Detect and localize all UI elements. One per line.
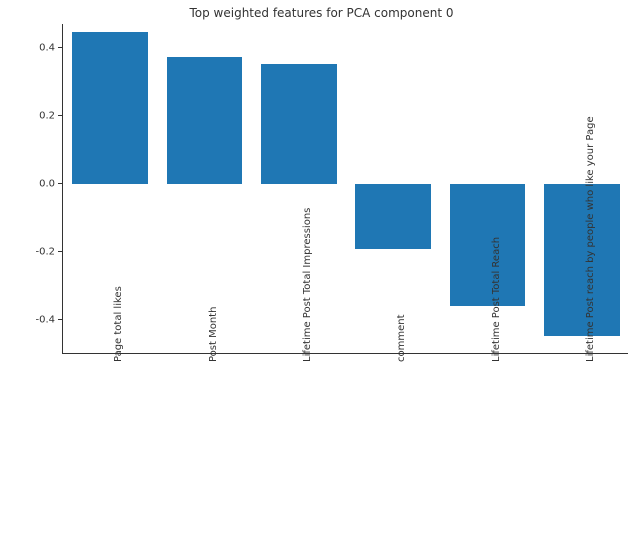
ytick-mark [58, 183, 63, 184]
xtick-label: Lifetime Post reach by people who like y… [585, 116, 596, 362]
xtick-label: comment [396, 314, 407, 362]
plot-area: -0.4-0.20.00.20.4 [62, 24, 628, 354]
bar [450, 184, 525, 306]
bar [544, 184, 619, 336]
ytick-label: 0.2 [39, 110, 55, 121]
bars-container [63, 24, 628, 353]
ytick-mark [58, 47, 63, 48]
ytick-label: -0.4 [35, 314, 55, 325]
ytick-mark [58, 115, 63, 116]
bar [72, 32, 147, 184]
ytick-mark [58, 319, 63, 320]
xtick-label: Lifetime Post Total Impressions [302, 208, 313, 362]
xtick-label: Post Month [208, 307, 219, 362]
ytick-label: -0.2 [35, 246, 55, 257]
xtick-label: Lifetime Post Total Reach [491, 237, 502, 362]
ytick-mark [58, 251, 63, 252]
ytick-label: 0.0 [39, 178, 55, 189]
ytick-label: 0.4 [39, 42, 55, 53]
bar [261, 64, 336, 184]
xtick-label: Page total likes [113, 286, 124, 362]
bar [167, 57, 242, 184]
figure: Top weighted features for PCA component … [0, 0, 643, 546]
chart-title: Top weighted features for PCA component … [0, 6, 643, 20]
bar [355, 184, 430, 249]
